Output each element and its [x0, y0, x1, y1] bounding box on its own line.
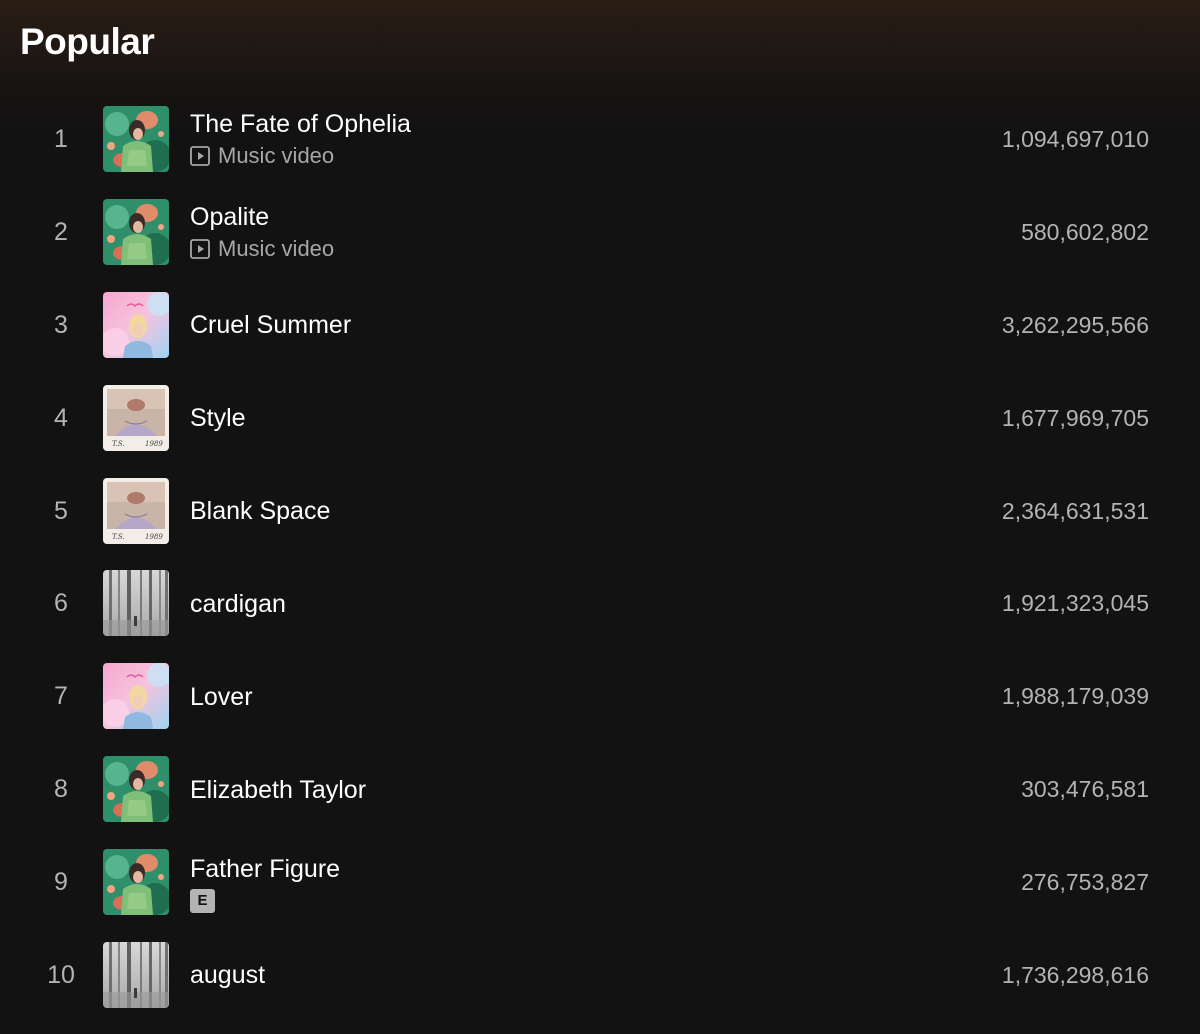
play-count: 580,602,802 — [1021, 218, 1149, 245]
showgirl-cover — [103, 106, 169, 172]
play-count: 1,988,179,039 — [1001, 683, 1149, 710]
showgirl-cover — [103, 198, 169, 265]
track-row[interactable]: 9 Father Figure E 276,753,827 — [0, 836, 1200, 929]
track-title[interactable]: Opalite — [190, 201, 334, 233]
track-index: 4 — [54, 403, 68, 432]
track-index: 10 — [47, 961, 75, 990]
lover-cover — [103, 663, 169, 730]
track-row[interactable]: 10 august 1,736,298,616 — [0, 929, 1200, 1022]
track-title[interactable]: cardigan — [190, 588, 286, 620]
play-count: 2,364,631,531 — [1001, 497, 1149, 524]
popular-tracks-section: Popular 1 The Fate of Ophelia Music video 1… — [0, 0, 1200, 1034]
track-info: Blank Space — [190, 465, 330, 558]
play-square-icon — [190, 239, 210, 260]
folklore-cover — [103, 570, 169, 637]
track-index: 8 — [54, 775, 68, 804]
track-row[interactable]: 8 Elizabeth Taylor 303,476,581 — [0, 743, 1200, 836]
track-title[interactable]: The Fate of Ophelia — [190, 108, 411, 140]
play-count: 1,921,323,045 — [1001, 590, 1149, 617]
track-index: 5 — [54, 496, 68, 525]
1989-cover: T.S. 1989 — [103, 384, 169, 451]
track-info: Style — [190, 372, 246, 465]
music-video-label: Music video — [218, 236, 335, 262]
track-row[interactable]: 1 The Fate of Ophelia Music video 1,094,697… — [0, 93, 1200, 186]
track-info: Elizabeth Taylor — [190, 743, 366, 836]
showgirl-cover — [103, 849, 169, 916]
showgirl-cover — [103, 756, 169, 823]
play-count: 1,677,969,705 — [1001, 404, 1149, 431]
track-info: Cruel Summer — [190, 279, 351, 372]
track-row[interactable]: 6 cardigan 1,921,323,045 — [0, 557, 1200, 650]
folklore-cover — [103, 942, 169, 1009]
lover-cover — [103, 291, 169, 358]
track-index: 2 — [54, 217, 68, 246]
track-title[interactable]: Blank Space — [190, 495, 330, 527]
svg-text:1989: 1989 — [145, 440, 163, 448]
badge-row: E — [190, 885, 340, 913]
track-info: Father Figure E — [190, 836, 340, 929]
music-video-label: Music video — [218, 143, 335, 169]
track-row[interactable]: 2 Opalite Music video 580,602,802 — [0, 186, 1200, 279]
play-count: 3,262,295,566 — [1001, 311, 1149, 338]
track-list: 1 The Fate of Ophelia Music video 1,094,697… — [0, 93, 1200, 1022]
1989-cover: T.S. 1989 — [103, 477, 169, 544]
track-row[interactable]: 3 Cruel Summer 3,262,295,566 — [0, 279, 1200, 372]
track-title[interactable]: Lover — [190, 681, 253, 713]
track-info: Lover — [190, 650, 253, 743]
track-title[interactable]: Style — [190, 402, 246, 434]
section-title: Popular — [20, 21, 155, 62]
track-index: 6 — [54, 589, 68, 618]
track-info: cardigan — [190, 557, 286, 650]
track-row[interactable]: 5 T.S. 1989 Blank Space 2,364,631,531 — [0, 465, 1200, 558]
svg-text:1989: 1989 — [145, 533, 163, 541]
track-index: 7 — [54, 682, 68, 711]
track-index: 3 — [54, 310, 68, 339]
track-title[interactable]: Elizabeth Taylor — [190, 774, 366, 806]
track-row[interactable]: 4 T.S. 1989 Style 1,677,969,705 — [0, 372, 1200, 465]
track-title[interactable]: Father Figure — [190, 853, 340, 885]
track-title[interactable]: Cruel Summer — [190, 309, 351, 341]
music-video-link[interactable]: Music video — [190, 235, 334, 263]
track-row[interactable]: 7 Lover 1,988,179,039 — [0, 650, 1200, 743]
play-count: 303,476,581 — [1021, 776, 1149, 803]
play-count: 1,094,697,010 — [1001, 126, 1149, 152]
track-index: 9 — [54, 868, 68, 897]
track-info: Opalite Music video — [190, 186, 334, 279]
track-index: 1 — [54, 125, 68, 153]
track-title[interactable]: august — [190, 959, 265, 991]
play-count: 1,736,298,616 — [1001, 962, 1149, 989]
track-info: The Fate of Ophelia Music video — [190, 93, 411, 186]
svg-text:T.S.: T.S. — [112, 533, 125, 541]
explicit-badge: E — [190, 888, 215, 913]
svg-text:T.S.: T.S. — [112, 440, 125, 448]
play-count: 276,753,827 — [1021, 869, 1149, 896]
music-video-link[interactable]: Music video — [190, 142, 411, 170]
track-info: august — [190, 929, 265, 1022]
play-square-icon — [190, 146, 210, 167]
